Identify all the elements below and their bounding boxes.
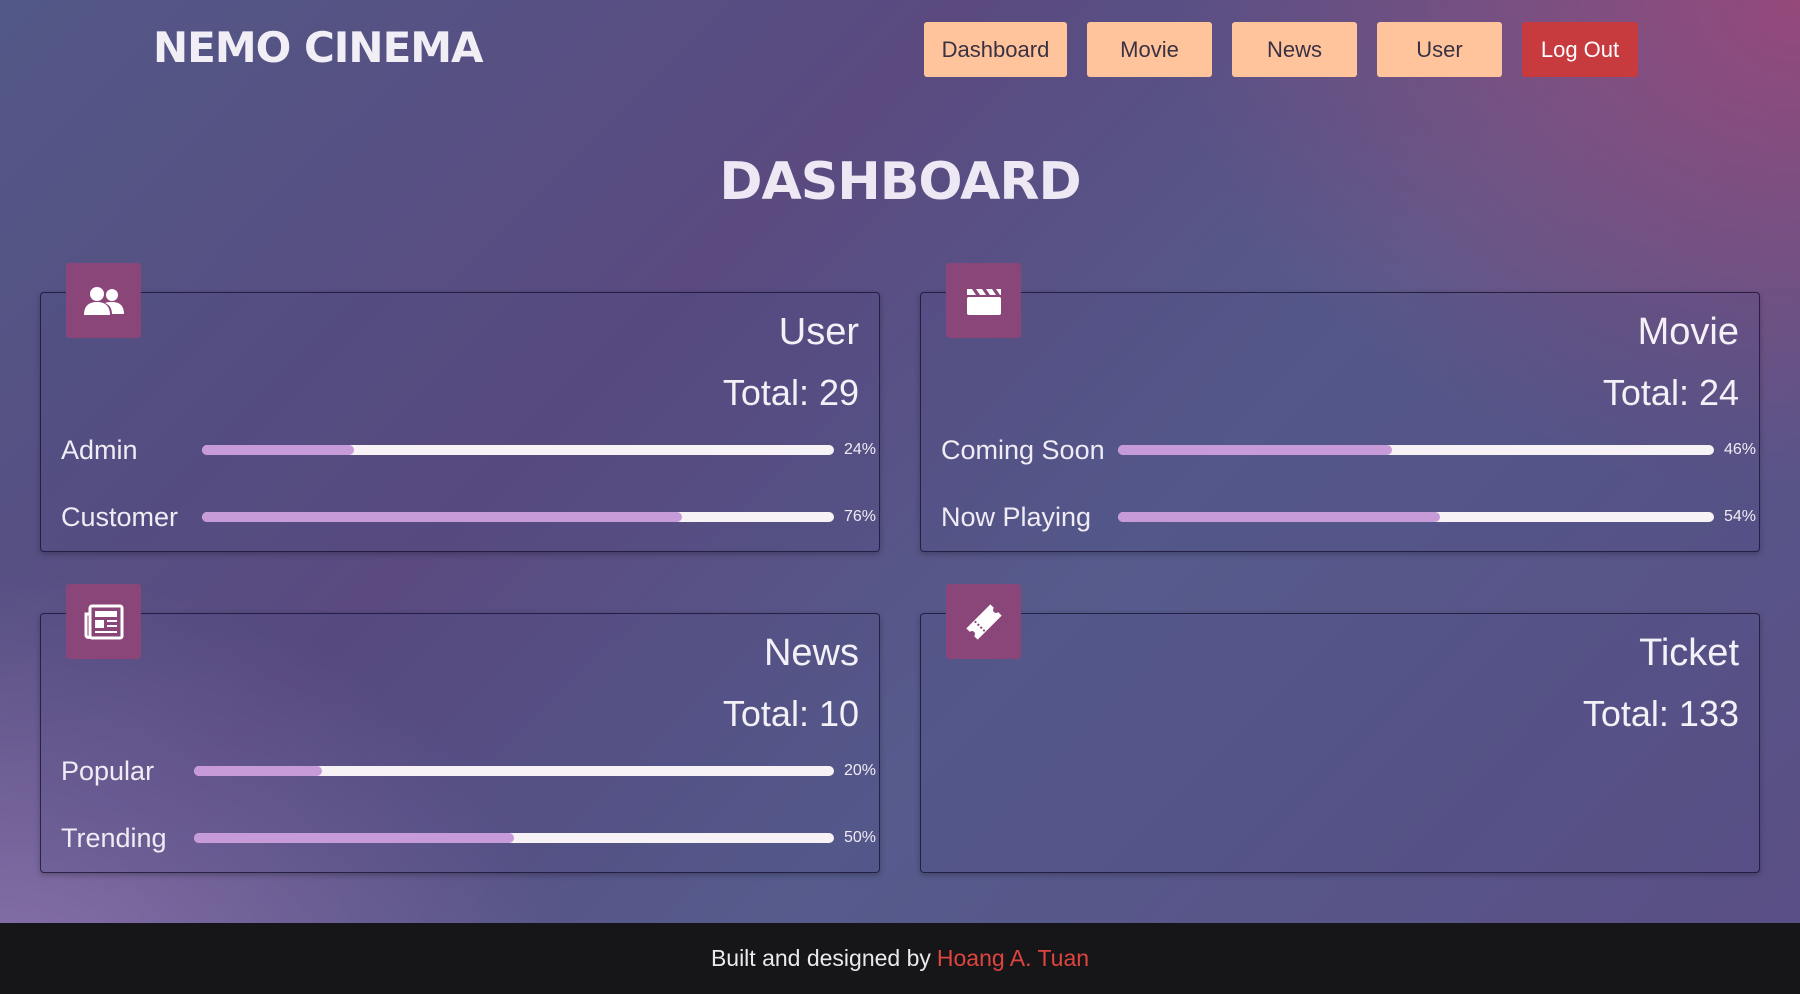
logout-button[interactable]: Log Out	[1522, 22, 1638, 77]
user-card: User Total: 29 Admin 24% Customer 76%	[40, 263, 880, 552]
header: NEMO CINEMA Dashboard Movie News User Lo…	[0, 0, 1800, 100]
progress-bar	[194, 766, 834, 776]
ticket-icon-tile	[946, 584, 1021, 659]
progress-fill	[1118, 445, 1393, 455]
site-logo[interactable]: NEMO CINEMA	[153, 22, 484, 74]
card-total: Total: 10	[722, 693, 859, 734]
progress-percent: 76%	[844, 508, 877, 525]
progress-bar	[1118, 512, 1714, 522]
users-icon	[83, 286, 124, 315]
progress-percent: 24%	[844, 441, 877, 458]
nav-dashboard-button[interactable]: Dashboard	[924, 22, 1067, 77]
stat-label: Coming Soon	[941, 435, 1105, 465]
progress-bar	[202, 445, 834, 455]
progress-bar	[1118, 445, 1714, 455]
stat-row: Coming Soon 46%	[941, 430, 1759, 470]
card-total: Total: 29	[722, 372, 859, 413]
footer-author-link[interactable]: Hoang A. Tuan	[937, 945, 1089, 972]
movie-card: Movie Total: 24 Coming Soon 46% Now Play…	[920, 263, 1760, 552]
progress-fill	[194, 766, 322, 776]
clapperboard-icon	[966, 288, 1001, 315]
page-title: DASHBOARD	[719, 152, 1081, 212]
progress-bar	[194, 833, 834, 843]
progress-percent: 54%	[1724, 508, 1757, 525]
progress-percent: 50%	[844, 829, 877, 846]
card-title: News	[763, 632, 859, 674]
newspaper-icon-tile	[66, 584, 141, 659]
progress-fill	[194, 833, 514, 843]
news-card: News Total: 10 Popular 20% Trending 50%	[40, 584, 880, 873]
footer-text: Built and designed by	[710, 945, 931, 971]
ticket-card: Ticket Total: 133	[920, 584, 1760, 873]
users-icon-tile	[66, 263, 141, 338]
progress-fill	[1118, 512, 1440, 522]
progress-bar	[202, 512, 834, 522]
progress-percent: 20%	[844, 762, 877, 779]
progress-fill	[202, 512, 683, 522]
ticket-icon	[965, 603, 1002, 640]
card-title: User	[778, 311, 859, 353]
stat-label: Popular	[61, 756, 155, 786]
stat-row: Customer 76%	[61, 497, 879, 537]
stat-row: Admin 24%	[61, 430, 879, 470]
nav-movie-button[interactable]: Movie	[1087, 22, 1212, 77]
stat-label: Now Playing	[941, 502, 1092, 532]
nav-user-button[interactable]: User	[1377, 22, 1502, 77]
stat-row: Trending 50%	[61, 818, 879, 858]
stat-label: Trending	[61, 823, 167, 853]
stat-label: Customer	[61, 502, 179, 532]
card-total: Total: 24	[1602, 372, 1739, 413]
card-title: Movie	[1637, 311, 1739, 353]
stat-row: Popular 20%	[61, 751, 879, 791]
footer: Built and designed by Hoang A. Tuan	[0, 923, 1800, 994]
progress-percent: 46%	[1724, 441, 1757, 458]
stat-label: Admin	[61, 435, 138, 465]
newspaper-icon	[84, 604, 123, 639]
nav-news-button[interactable]: News	[1232, 22, 1357, 77]
card-title: Ticket	[1639, 632, 1739, 674]
progress-fill	[202, 445, 354, 455]
card-total: Total: 133	[1582, 693, 1739, 734]
stat-row: Now Playing 54%	[941, 497, 1759, 537]
clapperboard-icon-tile	[946, 263, 1021, 338]
